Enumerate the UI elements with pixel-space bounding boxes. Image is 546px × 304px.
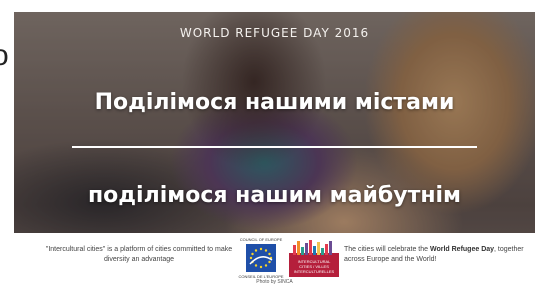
celebration-text-bold: World Refugee Day: [429, 246, 495, 253]
celebration-text: The cities will celebrate the World Refu…: [344, 245, 529, 265]
headline-line-1: Поділімося нашими містами: [94, 90, 455, 115]
photo-credit: Photo by SINCA: [256, 279, 293, 285]
event-title: WORLD REFUGEE DAY 2016: [179, 26, 370, 40]
headline-line-2: поділімося нашим майбутнім: [87, 183, 462, 208]
banner-footer: "Intercultural cities" is a platform of …: [14, 233, 535, 288]
world-refugee-day-banner: WORLD REFUGEE DAY 2016 Поділімося нашими…: [14, 12, 535, 288]
page: o WORLD REFUGEE DAY 2016 Поділімося наши…: [0, 0, 546, 304]
left-edge-glyph: o: [0, 39, 9, 72]
intercultural-cities-description: "Intercultural cities" is a platform of …: [45, 246, 233, 263]
stars-circle-icon: [249, 247, 273, 269]
headline-divider: [72, 146, 477, 148]
coe-logo-top-label: COUNCIL OF EUROPE: [239, 237, 283, 242]
city-skyline-icon: [293, 240, 332, 255]
eu-stars-icon: [246, 244, 276, 272]
icc-logo-label: INTERCULTURAL CITIES / VILLES INTERCULTU…: [293, 259, 335, 274]
council-of-europe-logo: COUNCIL OF EUROPE CONSEIL DE L'EUROPE: [238, 237, 284, 279]
intercultural-cities-logo: INTERCULTURAL CITIES / VILLES INTERCULTU…: [289, 237, 339, 277]
celebration-text-prefix: The cities will celebrate the: [344, 246, 430, 253]
